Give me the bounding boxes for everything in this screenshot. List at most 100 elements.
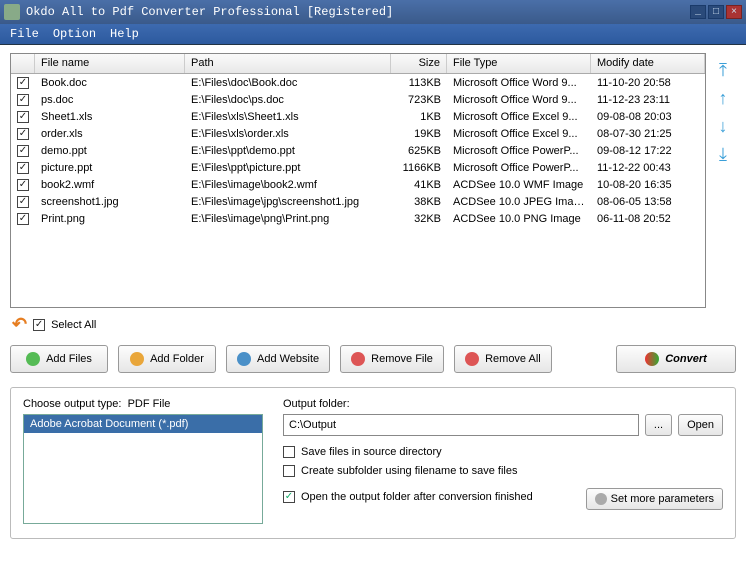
row-checkbox[interactable]: ✓	[17, 128, 29, 140]
choose-type-label: Choose output type:	[23, 398, 121, 410]
cell-size: 113KB	[391, 76, 447, 90]
cell-name: picture.ppt	[35, 161, 185, 175]
cell-type: Microsoft Office PowerP...	[447, 161, 591, 175]
cell-date: 08-06-05 13:58	[591, 195, 705, 209]
convert-icon	[645, 352, 659, 366]
plus-icon	[26, 352, 40, 366]
cell-name: screenshot1.jpg	[35, 195, 185, 209]
create-subfolder-label: Create subfolder using filename to save …	[301, 465, 517, 477]
create-subfolder-checkbox[interactable]	[283, 465, 295, 477]
cell-date: 10-08-20 16:35	[591, 178, 705, 192]
cell-type: Microsoft Office PowerP...	[447, 144, 591, 158]
cell-size: 1166KB	[391, 161, 447, 175]
close-button[interactable]: ×	[726, 5, 742, 19]
table-row[interactable]: ✓demo.pptE:\Files\ppt\demo.ppt625KBMicro…	[11, 142, 705, 159]
remove-all-button[interactable]: Remove All	[454, 345, 552, 373]
cell-date: 09-08-08 20:03	[591, 110, 705, 124]
column-path[interactable]: Path	[185, 54, 391, 73]
cell-date: 11-12-23 23:11	[591, 93, 705, 107]
menu-file[interactable]: File	[6, 25, 43, 43]
set-more-parameters-button[interactable]: Set more parameters	[586, 488, 723, 510]
up-folder-icon[interactable]: ↶	[12, 314, 27, 335]
table-row[interactable]: ✓book2.wmfE:\Files\image\book2.wmf41KBAC…	[11, 176, 705, 193]
cell-size: 723KB	[391, 93, 447, 107]
cell-type: ACDSee 10.0 JPEG Image	[447, 195, 591, 209]
cell-path: E:\Files\doc\Book.doc	[185, 76, 391, 90]
app-icon	[4, 4, 20, 20]
minimize-button[interactable]: _	[690, 5, 706, 19]
menu-option[interactable]: Option	[49, 25, 100, 43]
convert-button[interactable]: Convert	[616, 345, 736, 373]
maximize-button[interactable]: □	[708, 5, 724, 19]
table-row[interactable]: ✓ ps.docE:\Files\doc\ps.doc723KBMicrosoft…	[11, 91, 705, 108]
row-checkbox[interactable]: ✓	[17, 145, 29, 157]
reorder-buttons: ⤒ ↑ ↓ ⤓	[710, 53, 736, 308]
add-website-button[interactable]: Add Website	[226, 345, 330, 373]
table-row[interactable]: ✓order.xlsE:\Files\xls\order.xls19KBMicr…	[11, 125, 705, 142]
remove-file-button[interactable]: Remove File	[340, 345, 444, 373]
cell-size: 41KB	[391, 178, 447, 192]
move-up-icon[interactable]: ↑	[719, 89, 728, 107]
cell-path: E:\Files\image\png\Print.png	[185, 212, 391, 226]
column-name[interactable]: File name	[35, 54, 185, 73]
cell-size: 1KB	[391, 110, 447, 124]
row-checkbox[interactable]: ✓	[17, 213, 29, 225]
cell-date: 11-12-22 00:43	[591, 161, 705, 175]
open-after-label: Open the output folder after conversion …	[301, 491, 533, 503]
row-checkbox[interactable]: ✓	[17, 196, 29, 208]
pdf-file-label: PDF File	[128, 398, 171, 410]
table-row[interactable]: ✓ Book.docE:\Files\doc\Book.doc113KBMicro…	[11, 74, 705, 91]
column-type[interactable]: File Type	[447, 54, 591, 73]
cell-name: Sheet1.xls	[35, 110, 185, 124]
cell-name: ps.doc	[35, 93, 185, 107]
cell-name: Book.doc	[35, 76, 185, 90]
row-checkbox[interactable]: ✓	[17, 162, 29, 174]
row-checkbox[interactable]: ✓	[17, 94, 29, 106]
cell-size: 32KB	[391, 212, 447, 226]
cell-size: 38KB	[391, 195, 447, 209]
table-row[interactable]: ✓screenshot1.jpgE:\Files\image\jpg\scree…	[11, 193, 705, 210]
add-files-button[interactable]: Add Files	[10, 345, 108, 373]
cell-path: E:\Files\xls\Sheet1.xls	[185, 110, 391, 124]
open-folder-button[interactable]: Open	[678, 414, 723, 436]
cell-name: demo.ppt	[35, 144, 185, 158]
cell-type: Microsoft Office Word 9...	[447, 76, 591, 90]
cell-date: 11-10-20 20:58	[591, 76, 705, 90]
minus-icon	[465, 352, 479, 366]
cell-name: Print.png	[35, 212, 185, 226]
cell-path: E:\Files\xls\order.xls	[185, 127, 391, 141]
cell-type: ACDSee 10.0 WMF Image	[447, 178, 591, 192]
move-bottom-icon[interactable]: ⤓	[719, 145, 727, 163]
menu-help[interactable]: Help	[106, 25, 143, 43]
column-size[interactable]: Size	[391, 54, 447, 73]
output-type-item[interactable]: Adobe Acrobat Document (*.pdf)	[24, 415, 262, 433]
title-bar: Okdo All to Pdf Converter Professional […	[0, 0, 746, 24]
table-row[interactable]: ✓ Sheet1.xlsE:\Files\xls\Sheet1.xls1KBMic…	[11, 108, 705, 125]
column-date[interactable]: Modify date	[591, 54, 705, 73]
move-top-icon[interactable]: ⤒	[719, 61, 727, 79]
cell-type: Microsoft Office Excel 9...	[447, 110, 591, 124]
select-all-label: Select All	[51, 319, 96, 331]
cell-date: 08-07-30 21:25	[591, 127, 705, 141]
table-row[interactable]: ✓ Print.pngE:\Files\image\png\Print.png32…	[11, 210, 705, 227]
output-folder-input[interactable]	[283, 414, 639, 436]
save-in-source-label: Save files in source directory	[301, 446, 442, 458]
move-down-icon[interactable]: ↓	[719, 117, 728, 135]
add-folder-button[interactable]: Add Folder	[118, 345, 216, 373]
save-in-source-checkbox[interactable]	[283, 446, 295, 458]
cell-size: 625KB	[391, 144, 447, 158]
table-row[interactable]: ✓ picture.pptE:\Files\ppt\picture.ppt1166…	[11, 159, 705, 176]
browse-button[interactable]: ...	[645, 414, 672, 436]
row-checkbox[interactable]: ✓	[17, 111, 29, 123]
row-checkbox[interactable]: ✓	[17, 77, 29, 89]
output-panel: Choose output type: PDF File Adobe Acrob…	[10, 387, 736, 539]
open-after-checkbox[interactable]: ✓	[283, 491, 295, 503]
output-type-list[interactable]: Adobe Acrobat Document (*.pdf)	[23, 414, 263, 524]
file-list[interactable]: File name Path Size File Type Modify dat…	[10, 53, 706, 308]
cell-path: E:\Files\doc\ps.doc	[185, 93, 391, 107]
row-checkbox[interactable]: ✓	[17, 179, 29, 191]
select-all-checkbox[interactable]: ✓	[33, 319, 45, 331]
cell-type: Microsoft Office Word 9...	[447, 93, 591, 107]
cell-path: E:\Files\ppt\picture.ppt	[185, 161, 391, 175]
cell-size: 19KB	[391, 127, 447, 141]
